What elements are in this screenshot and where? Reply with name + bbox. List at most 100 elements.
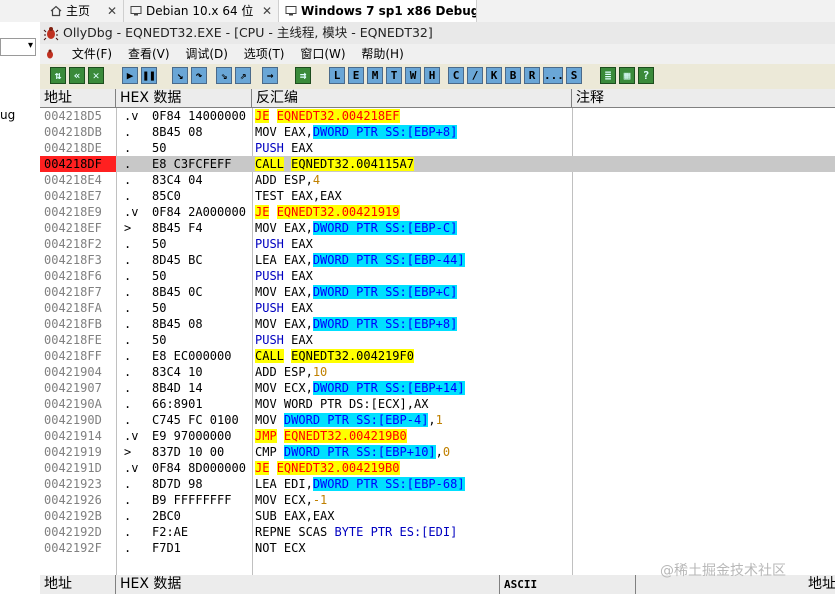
hex-cell: C745 FC 0100 [152, 413, 239, 427]
address-cell: 004218F7 [44, 285, 102, 299]
table-row[interactable]: 004218F3. 8D45 BC LEA EAX,DWORD PTR SS:[EB… [40, 252, 835, 268]
table-row[interactable]: 004218E9 .v 0F84 2A000000 JE EQNEDT32.00421… [40, 204, 835, 220]
table-row[interactable]: 0042190D. C745 FC 0100 MOV DWORD PTR SS:[E… [40, 412, 835, 428]
table-row[interactable]: 004218E4. 83C4 04 ADD ESP,4 [40, 172, 835, 188]
toolbar-button-c[interactable]: C [448, 67, 464, 84]
table-row[interactable]: 004218DB. 8B45 08 MOV EAX,DWORD PTR SS:[EB… [40, 124, 835, 140]
list-icon[interactable]: ≣ [600, 67, 616, 84]
table-row[interactable]: 004218DF. E8 C3FCFEFF CALL EQNEDT32.004115… [40, 156, 835, 172]
table-row[interactable]: 004218D5 .v 0F84 14000000 JE EQNEDT32.00421… [40, 108, 835, 124]
tab-windows7[interactable]: Windows 7 sp1 x86 Debug [279, 0, 477, 22]
step-over-icon[interactable]: ↷ [191, 67, 207, 84]
trace-into-icon[interactable]: ⇘ [216, 67, 232, 84]
table-row[interactable]: 0042192D. F2:AE REPNE SCAS BYTE PTR ES:[ED… [40, 524, 835, 540]
table-row[interactable]: 004218FB. 8B45 08 MOV EAX,DWORD PTR SS:[EB… [40, 316, 835, 332]
address-cell: 00421914 [44, 429, 102, 443]
table-row[interactable]: 00421926. B9 FFFFFFFF MOV ECX,-1 [40, 492, 835, 508]
toolbar-button-s[interactable]: S [566, 67, 582, 84]
table-row[interactable]: 004218FA. 50 PUSH EAX [40, 300, 835, 316]
column-header-disassembly[interactable]: 反汇编 [252, 89, 572, 108]
trace-over-icon[interactable]: ⇗ [235, 67, 251, 84]
operand: EQNEDT32.004219F0 [291, 349, 414, 363]
table-row[interactable]: 00421904. 83C4 10 ADD ESP,10 [40, 364, 835, 380]
toolbar-button-k[interactable]: K [486, 67, 502, 84]
jump-marker: . [124, 253, 132, 267]
restart-icon[interactable]: « [69, 67, 85, 84]
help-icon[interactable]: ? [638, 67, 654, 84]
table-row[interactable]: 0042191D .v 0F84 8D000000 JE EQNEDT32.00421… [40, 460, 835, 476]
tab-home[interactable]: 主页 ✕ [44, 0, 124, 22]
operand: 0 [442, 445, 451, 459]
bug-icon [40, 44, 62, 64]
cpu-disassembly-pane: 地址 HEX 数据 反汇编 注释 004218D5 .v 0F84 14000000… [40, 89, 835, 584]
toolbar-button-h[interactable]: H [424, 67, 440, 84]
menu-help[interactable]: 帮助(H) [355, 44, 409, 64]
toolbar-button-t[interactable]: T [386, 67, 402, 84]
operand: -1 [312, 493, 328, 507]
hex-cell: F7D1 [152, 541, 181, 555]
dump-header-address[interactable]: 地址 [40, 575, 116, 594]
table-row[interactable]: 004218EF >8B45 F4 MOV EAX,DWORD PTR SS:[EB… [40, 220, 835, 236]
table-row[interactable]: 004218E7. 85C0 TEST EAX,EAX [40, 188, 835, 204]
column-header-address[interactable]: 地址 [40, 89, 116, 108]
menu-options[interactable]: 选项(T) [238, 44, 291, 64]
mnemonic: SUB [255, 509, 277, 523]
operand: ECX, [283, 493, 313, 507]
table-row[interactable]: 00421914 .v E9 97000000 JMP EQNEDT32.004219… [40, 428, 835, 444]
disassembly-cell: JE EQNEDT32.004219B0 [255, 460, 575, 476]
table-row[interactable]: 00421919 >837D 10 00 CMP DWORD PTR SS:[EBP… [40, 444, 835, 460]
table-row[interactable]: 004218F7. 8B45 0C MOV EAX,DWORD PTR SS:[EB… [40, 284, 835, 300]
hex-cell: 0F84 2A000000 [152, 205, 246, 219]
table-row[interactable]: 0042192F. F7D1 NOT ECX [40, 540, 835, 556]
pause-icon[interactable]: ❚❚ [141, 67, 157, 84]
grid-icon[interactable]: ▦ [619, 67, 635, 84]
execute-till-return-icon[interactable]: → [262, 67, 278, 84]
column-header-comment[interactable]: 注释 [572, 89, 835, 108]
step-into-icon[interactable]: ↘ [172, 67, 188, 84]
close-icon[interactable]: ✕ [262, 0, 272, 22]
toolbar-button-e[interactable]: E [348, 67, 364, 84]
stack-header-address[interactable]: 地址 [804, 575, 835, 594]
goto-icon[interactable]: ⇉ [295, 67, 311, 84]
table-row[interactable]: 004218FF. E8 EC000000 CALL EQNEDT32.004219… [40, 348, 835, 364]
close-icon[interactable]: ✕ [107, 0, 117, 22]
toolbar-button-b[interactable]: B [505, 67, 521, 84]
operand: EAX, [283, 221, 313, 235]
jump-marker: . [124, 509, 132, 523]
address-cell: 004218DF [40, 156, 116, 172]
table-row[interactable]: 0042190A. 66:8901 MOV WORD PTR DS:[ECX],AX [40, 396, 835, 412]
table-row[interactable]: 004218F2. 50 PUSH EAX [40, 236, 835, 252]
disassembly-cell: MOV EAX,DWORD PTR SS:[EBP+8] [255, 124, 575, 140]
run-icon[interactable]: ▶ [122, 67, 138, 84]
close-program-icon[interactable]: ✕ [88, 67, 104, 84]
menu-debug[interactable]: 调试(D) [179, 44, 234, 64]
tab-debian[interactable]: Debian 10.x 64 位 ✕ [124, 0, 279, 22]
disassembly-cell: CMP DWORD PTR SS:[EBP+10],0 [255, 444, 575, 460]
menu-view[interactable]: 查看(V) [122, 44, 176, 64]
toolbar-button-more[interactable]: ... [543, 67, 564, 84]
toolbar-button-w[interactable]: W [405, 67, 421, 84]
toolbar-button-r[interactable]: R [524, 67, 540, 84]
operand: EAX [291, 333, 313, 347]
address-cell: 00421923 [44, 477, 102, 491]
toolbar-button-slash[interactable]: / [467, 67, 483, 84]
dump-header-hex[interactable]: HEX 数据 [116, 575, 500, 594]
address-cell: 004218FF [44, 349, 102, 363]
column-header-hex[interactable]: HEX 数据 [116, 89, 252, 108]
toolbar-button-m[interactable]: M [367, 67, 383, 84]
table-row[interactable]: 004218F6. 50 PUSH EAX [40, 268, 835, 284]
table-row[interactable]: 00421907. 8B4D 14 MOV ECX,DWORD PTR SS:[EB… [40, 380, 835, 396]
address-cell: 004218FE [44, 333, 102, 347]
toolbar-button-l[interactable]: L [329, 67, 345, 84]
menu-window[interactable]: 窗口(W) [294, 44, 351, 64]
dump-header-ascii[interactable]: ASCII [500, 575, 636, 594]
table-row[interactable]: 0042192B. 2BC0 SUB EAX,EAX [40, 508, 835, 524]
open-icon[interactable]: ⇅ [50, 67, 66, 84]
table-row[interactable]: 004218DE. 50 PUSH EAX [40, 140, 835, 156]
menu-file[interactable]: 文件(F) [66, 44, 118, 64]
operand: 4 [312, 173, 321, 187]
table-row[interactable]: 00421923. 8D7D 98 LEA EDI,DWORD PTR SS:[EB… [40, 476, 835, 492]
operand: DWORD PTR SS:[EBP+10] [283, 445, 436, 459]
host-dropdown[interactable]: ▾ [0, 38, 36, 56]
table-row[interactable]: 004218FE. 50 PUSH EAX [40, 332, 835, 348]
